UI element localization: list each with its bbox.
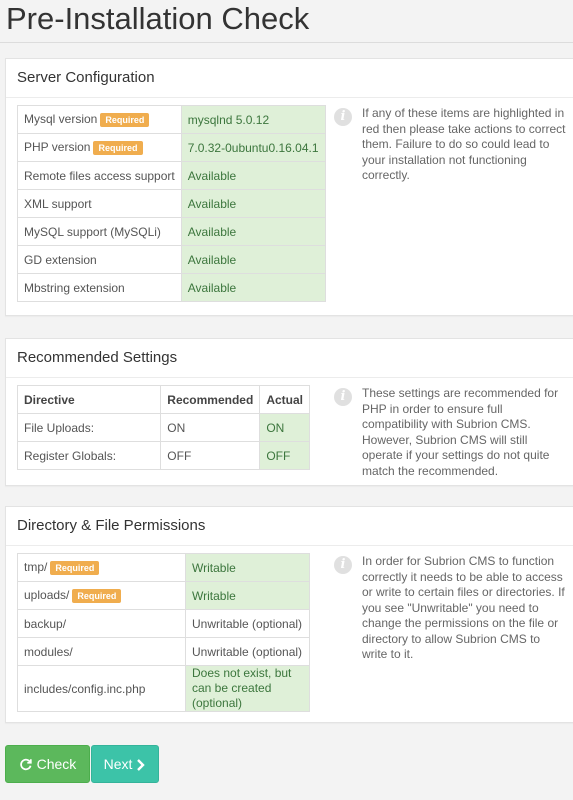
row-label: XML support — [17, 189, 182, 218]
row-value: Available — [180, 245, 326, 274]
info-text: In order for Subrion CMS to function cor… — [362, 554, 565, 661]
row-value: 7.0.32-0ubuntu0.16.04.1 — [180, 133, 326, 162]
row-label: Mbstring extension — [17, 273, 182, 302]
next-button-label: Next — [103, 756, 133, 772]
required-badge: Required — [50, 560, 100, 575]
row-label: Mysql version — [24, 112, 98, 127]
server-config-table: Mysql version Required mysqlnd 5.0.12 PHP… — [17, 105, 326, 302]
path-label: backup/ — [17, 609, 186, 638]
check-button-label: Check — [36, 756, 77, 772]
table-row: Remote files access support Available — [17, 161, 326, 190]
table-row: tmp/Required Writable — [17, 553, 310, 582]
column-header: Actual — [259, 385, 310, 414]
status-cell: Unwritable (optional) — [185, 609, 310, 638]
recommended-cell: OFF — [160, 441, 261, 470]
recommended-info-note: i These settings are recommended for PHP… — [334, 386, 566, 479]
path-label: includes/config.inc.php — [17, 665, 186, 712]
info-text: These settings are recommended for PHP i… — [362, 386, 559, 478]
table-row: backup/ Unwritable (optional) — [17, 609, 310, 638]
required-badge: Required — [72, 588, 122, 603]
row-label: PHP version — [24, 140, 91, 155]
recommended-cell: ON — [160, 413, 261, 442]
server-info-note: i If any of these items are highlighted … — [334, 106, 566, 184]
recommended-settings-panel: Recommended Settings Directive Recommend… — [5, 338, 573, 486]
path-label: modules/ — [17, 637, 186, 666]
row-value: Available — [180, 161, 326, 190]
path-label: uploads/ — [24, 588, 70, 603]
panel-heading: Server Configuration — [6, 59, 573, 98]
table-row: XML support Available — [17, 189, 326, 218]
table-row: Register Globals: OFF OFF — [16, 441, 310, 470]
row-value: Available — [180, 217, 326, 246]
column-header: Recommended — [160, 385, 261, 414]
row-label: MySQL support (MySQLi) — [17, 217, 182, 246]
required-badge: Required — [100, 112, 150, 127]
row-label: GD extension — [17, 245, 182, 274]
actual-cell: ON — [259, 413, 310, 442]
actual-cell: OFF — [259, 441, 310, 470]
chevron-right-icon — [137, 759, 146, 771]
table-row: File Uploads: ON ON — [16, 413, 310, 442]
row-label: Remote files access support — [17, 161, 182, 190]
info-text: If any of these items are highlighted in… — [362, 106, 566, 182]
table-row: Mbstring extension Available — [17, 273, 326, 302]
server-configuration-panel: Server Configuration Mysql version Requir… — [5, 58, 573, 316]
table-row: PHP version Required 7.0.32-0ubuntu0.16.0… — [17, 133, 326, 162]
table-row: Mysql version Required mysqlnd 5.0.12 — [17, 105, 326, 134]
status-cell: Writable — [185, 553, 310, 582]
table-row: uploads/Required Writable — [17, 581, 310, 610]
table-row: GD extension Available — [17, 245, 326, 274]
row-value: Available — [180, 189, 326, 218]
title-divider — [0, 42, 573, 43]
table-row: modules/ Unwritable (optional) — [17, 637, 310, 666]
path-label: tmp/ — [24, 560, 48, 575]
permissions-panel: Directory & File Permissions tmp/Require… — [5, 506, 573, 723]
directive-cell: Register Globals: — [16, 441, 162, 470]
info-icon: i — [334, 388, 352, 406]
refresh-icon — [19, 758, 32, 771]
row-value: Available — [180, 273, 326, 302]
status-cell: Does not exist, but can be created (opti… — [185, 665, 310, 712]
panel-heading: Directory & File Permissions — [6, 507, 573, 546]
permissions-table: tmp/Required Writable uploads/Required W… — [17, 553, 310, 712]
row-value: mysqlnd 5.0.12 — [180, 105, 326, 134]
info-icon: i — [334, 108, 352, 126]
recommended-settings-table: Directive Recommended Actual File Upload… — [16, 385, 310, 470]
table-header-row: Directive Recommended Actual — [16, 385, 310, 414]
directive-cell: File Uploads: — [16, 413, 162, 442]
table-row: includes/config.inc.php Does not exist, … — [17, 665, 310, 712]
check-button[interactable]: Check — [5, 745, 90, 783]
info-icon: i — [334, 556, 352, 574]
page-title: Pre-Installation Check — [6, 1, 310, 36]
panel-heading: Recommended Settings — [6, 339, 573, 378]
table-row: MySQL support (MySQLi) Available — [17, 217, 326, 246]
required-badge: Required — [93, 140, 143, 155]
status-cell: Unwritable (optional) — [185, 637, 310, 666]
column-header: Directive — [16, 385, 162, 414]
permissions-info-note: i In order for Subrion CMS to function c… — [334, 554, 566, 663]
status-cell: Writable — [185, 581, 310, 610]
next-button[interactable]: Next — [91, 745, 159, 783]
